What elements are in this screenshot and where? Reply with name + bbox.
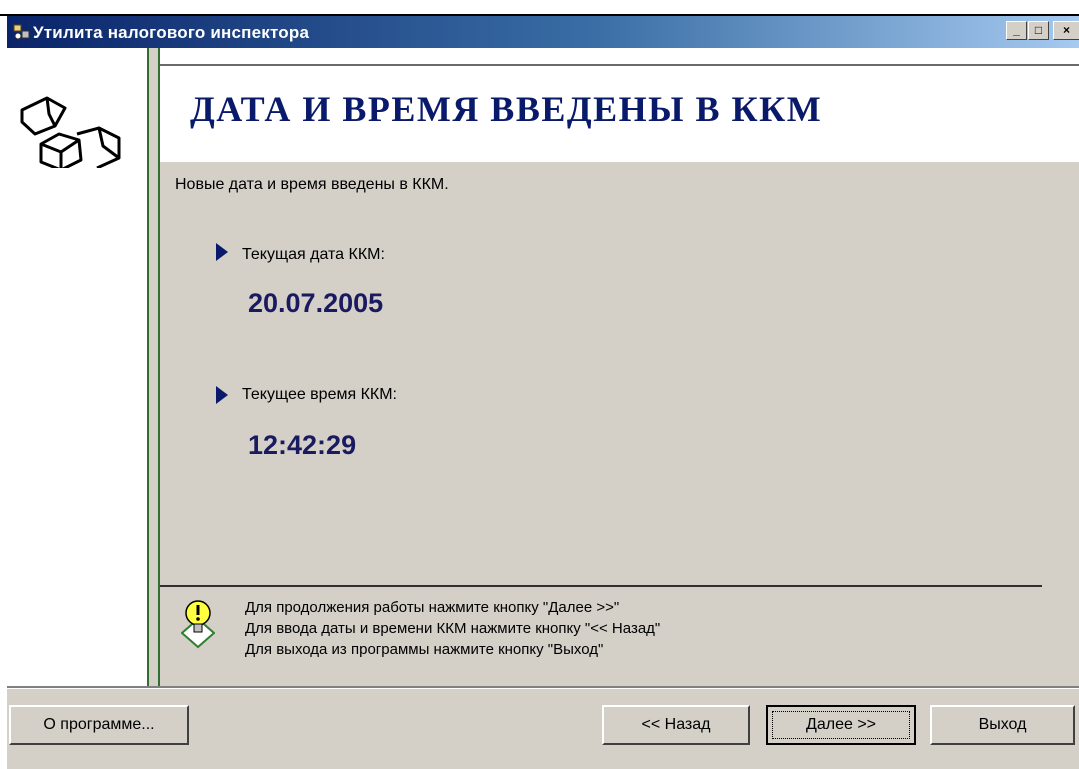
top-strip bbox=[0, 0, 1079, 16]
current-date-label: Текущая дата ККМ: bbox=[242, 246, 385, 263]
hint-line: Для выхода из программы нажмите кнопку "… bbox=[245, 641, 604, 658]
header-rule bbox=[160, 64, 1079, 66]
exit-button[interactable]: Выход bbox=[930, 705, 1075, 745]
minimize-icon: _ bbox=[1013, 23, 1020, 37]
maximize-button[interactable]: □ bbox=[1028, 21, 1049, 40]
current-time-label: Текущее время ККМ: bbox=[242, 386, 397, 403]
hint-line: Для продолжения работы нажмите кнопку "Д… bbox=[245, 599, 620, 616]
main-window: Утилита налогового инспектора _ □ × ДАТА… bbox=[6, 16, 1079, 769]
current-time-value: 12:42:29 bbox=[248, 430, 357, 460]
content-separator bbox=[160, 585, 1042, 587]
close-icon: × bbox=[1062, 23, 1070, 37]
close-button[interactable]: × bbox=[1053, 21, 1079, 40]
intro-text: Новые дата и время введены в ККМ. bbox=[175, 176, 449, 193]
hint-line: Для ввода даты и времени ККМ нажмите кно… bbox=[245, 620, 661, 637]
next-button[interactable]: Далее >> bbox=[766, 705, 916, 745]
window-title: Утилита налогового инспектора bbox=[33, 23, 310, 42]
left-logo-panel bbox=[7, 48, 147, 686]
page-title: ДАТА И ВРЕМЯ ВВЕДЕНЫ В ККМ bbox=[190, 89, 823, 129]
app-icon bbox=[13, 24, 30, 40]
about-button[interactable]: О программе... bbox=[9, 705, 189, 745]
maximize-icon: □ bbox=[1034, 23, 1043, 37]
button-bar-separator bbox=[7, 686, 1079, 689]
back-button[interactable]: << Назад bbox=[602, 705, 750, 745]
triangle-bullet-icon bbox=[216, 386, 228, 404]
cube-outline-logo-icon bbox=[20, 96, 121, 168]
current-date-value: 20.07.2005 bbox=[248, 288, 384, 318]
focus-rectangle bbox=[772, 711, 910, 739]
triangle-bullet-icon bbox=[216, 243, 228, 261]
lightbulb-icon bbox=[181, 600, 215, 649]
minimize-button[interactable]: _ bbox=[1006, 21, 1027, 40]
title-bar[interactable]: Утилита налогового инспектора _ □ × bbox=[7, 16, 1079, 48]
left-divider-line bbox=[147, 48, 149, 686]
